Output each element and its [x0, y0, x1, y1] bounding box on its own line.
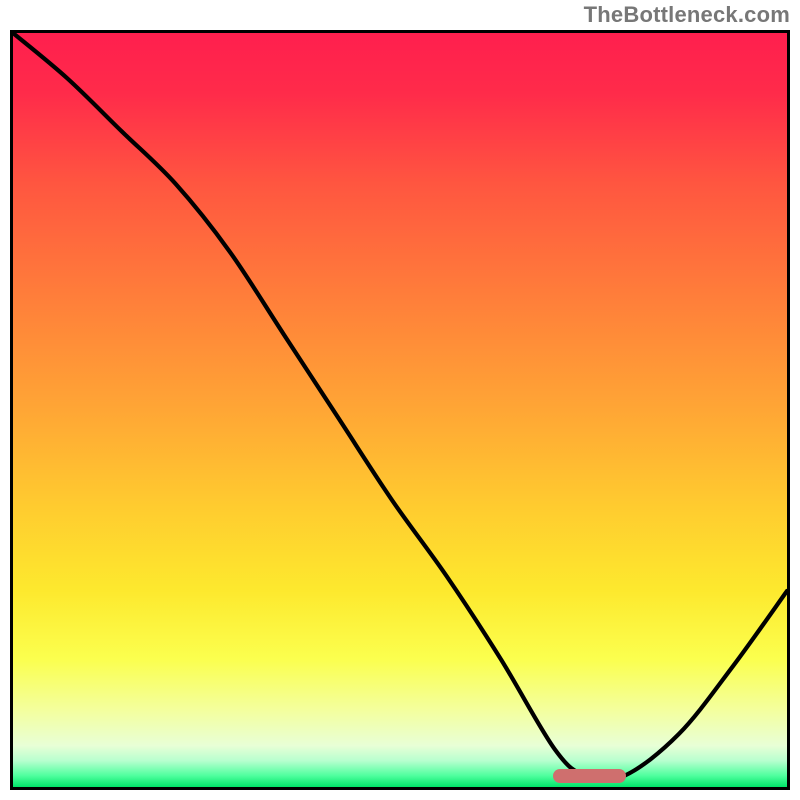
- bottleneck-curve: [13, 33, 787, 787]
- min-bottleneck-marker: [553, 769, 627, 783]
- stage: TheBottleneck.com: [0, 0, 800, 800]
- plot-area: [10, 30, 790, 790]
- watermark-text: TheBottleneck.com: [584, 2, 790, 28]
